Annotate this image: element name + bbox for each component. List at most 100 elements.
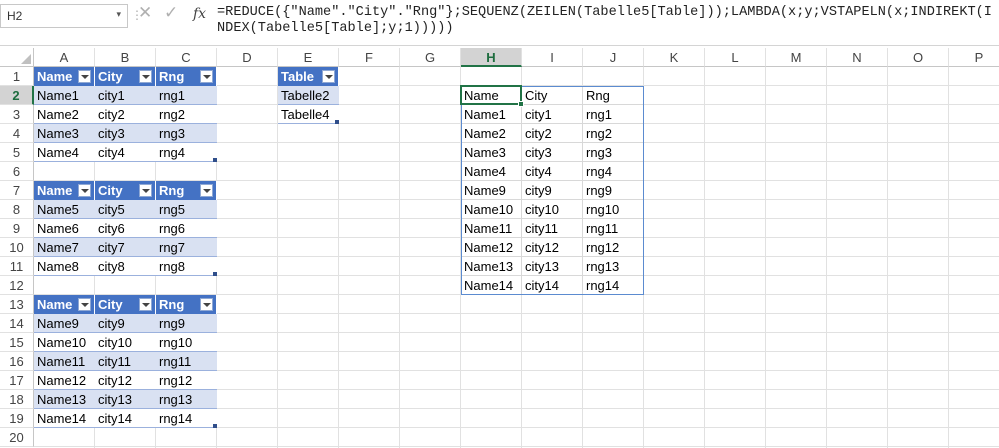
row-header-14[interactable]: 14 (0, 314, 34, 333)
table-cell[interactable]: rng5 (156, 200, 217, 219)
row-header-3[interactable]: 3 (0, 105, 34, 124)
table-resize-handle[interactable] (213, 424, 217, 428)
column-header-j[interactable]: J (583, 48, 644, 67)
table-cell[interactable]: city14 (95, 409, 156, 428)
table-cell[interactable]: Name6 (34, 219, 95, 238)
column-header-d[interactable]: D (217, 48, 278, 67)
table-cell[interactable]: Name7 (34, 238, 95, 257)
column-header-m[interactable]: M (766, 48, 827, 67)
insert-function-icon[interactable]: fx (193, 6, 206, 22)
column-header-a[interactable]: A (34, 48, 95, 67)
table-cell[interactable]: rng11 (156, 352, 217, 371)
filter-dropdown-icon[interactable] (200, 70, 213, 83)
fill-handle[interactable] (518, 101, 524, 107)
table-cell[interactable]: Tabelle4 (278, 105, 339, 124)
row-header-5[interactable]: 5 (0, 143, 34, 162)
table-cell[interactable]: rng4 (156, 143, 217, 162)
table-header-cell[interactable]: Name (34, 181, 95, 200)
enter-icon[interactable]: ✓ (164, 3, 178, 23)
row-header-16[interactable]: 16 (0, 352, 34, 371)
table-cell[interactable]: rng2 (156, 105, 217, 124)
table-cell[interactable]: rng7 (156, 238, 217, 257)
table-cell[interactable]: rng12 (156, 371, 217, 390)
name-box[interactable]: H2 ▾ (0, 4, 128, 28)
table-header-cell[interactable]: City (95, 67, 156, 86)
table-cell[interactable]: rng6 (156, 219, 217, 238)
filter-dropdown-icon[interactable] (200, 184, 213, 197)
table-cell[interactable]: city7 (95, 238, 156, 257)
table-cell[interactable]: Name8 (34, 257, 95, 276)
column-header-g[interactable]: G (400, 48, 461, 67)
filter-dropdown-icon[interactable] (139, 70, 152, 83)
table-header-cell[interactable]: Rng (156, 295, 217, 314)
table-cell[interactable]: Name1 (34, 86, 95, 105)
filter-dropdown-icon[interactable] (139, 184, 152, 197)
table-cell[interactable]: city6 (95, 219, 156, 238)
column-header-o[interactable]: O (888, 48, 949, 67)
table-cell[interactable]: city10 (95, 333, 156, 352)
select-all-button[interactable] (0, 48, 34, 67)
row-header-4[interactable]: 4 (0, 124, 34, 143)
row-header-7[interactable]: 7 (0, 181, 34, 200)
row-header-9[interactable]: 9 (0, 219, 34, 238)
row-header-19[interactable]: 19 (0, 409, 34, 428)
filter-dropdown-icon[interactable] (78, 70, 91, 83)
table-cell[interactable]: city9 (95, 314, 156, 333)
column-header-k[interactable]: K (644, 48, 705, 67)
column-header-p[interactable]: P (949, 48, 999, 67)
column-header-i[interactable]: I (522, 48, 583, 67)
row-header-11[interactable]: 11 (0, 257, 34, 276)
table-header-cell[interactable]: Rng (156, 181, 217, 200)
row-header-17[interactable]: 17 (0, 371, 34, 390)
table-cell[interactable]: Name14 (34, 409, 95, 428)
formula-input[interactable]: =REDUCE({"Name"."City"."Rng"};SEQUENZ(ZE… (217, 5, 997, 37)
table-cell[interactable]: rng8 (156, 257, 217, 276)
table-cell[interactable]: city8 (95, 257, 156, 276)
filter-dropdown-icon[interactable] (78, 184, 91, 197)
row-header-1[interactable]: 1 (0, 67, 34, 86)
row-header-10[interactable]: 10 (0, 238, 34, 257)
table-cell[interactable]: city2 (95, 105, 156, 124)
column-header-l[interactable]: L (705, 48, 766, 67)
table-cell[interactable]: rng13 (156, 390, 217, 409)
row-header-12[interactable]: 12 (0, 276, 34, 295)
active-cell-outline[interactable] (460, 85, 522, 105)
table-header-cell[interactable]: Name (34, 295, 95, 314)
row-header-15[interactable]: 15 (0, 333, 34, 352)
row-header-20[interactable]: 20 (0, 428, 34, 447)
worksheet-grid[interactable]: A B C D E F G H I J K L M N O P 1 2 3 4 5 6 7 8 9 10 11 12 13 14 15 16 1… (0, 48, 999, 448)
table-cell[interactable]: Name9 (34, 314, 95, 333)
filter-dropdown-icon[interactable] (200, 298, 213, 311)
chevron-down-icon[interactable]: ▾ (116, 9, 121, 20)
table-cell[interactable]: city13 (95, 390, 156, 409)
table-header-cell[interactable]: Rng (156, 67, 217, 86)
table-header-cell[interactable]: Table (278, 67, 339, 86)
table-cell[interactable]: city5 (95, 200, 156, 219)
table-resize-handle[interactable] (213, 272, 217, 276)
table-cell[interactable]: Name3 (34, 124, 95, 143)
table-cell[interactable]: Name5 (34, 200, 95, 219)
column-header-e[interactable]: E (278, 48, 339, 67)
table-header-cell[interactable]: City (95, 295, 156, 314)
table-cell[interactable]: Name11 (34, 352, 95, 371)
table-cell[interactable]: city12 (95, 371, 156, 390)
cancel-icon[interactable]: ✕ (138, 3, 152, 23)
row-header-18[interactable]: 18 (0, 390, 34, 409)
table-cell[interactable]: rng1 (156, 86, 217, 105)
row-header-8[interactable]: 8 (0, 200, 34, 219)
table-cell[interactable]: city1 (95, 86, 156, 105)
table-cell[interactable]: rng10 (156, 333, 217, 352)
table-cell[interactable]: city4 (95, 143, 156, 162)
table-cell[interactable]: city3 (95, 124, 156, 143)
table-cell[interactable]: Tabelle2 (278, 86, 339, 105)
table-cell[interactable]: rng3 (156, 124, 217, 143)
table-cell[interactable]: Name12 (34, 371, 95, 390)
row-header-2[interactable]: 2 (0, 86, 34, 105)
row-header-6[interactable]: 6 (0, 162, 34, 181)
table-cell[interactable]: rng9 (156, 314, 217, 333)
table-resize-handle[interactable] (335, 120, 339, 124)
table-cell[interactable]: Name4 (34, 143, 95, 162)
table-cell[interactable]: Name13 (34, 390, 95, 409)
row-header-13[interactable]: 13 (0, 295, 34, 314)
table-cell[interactable]: rng14 (156, 409, 217, 428)
